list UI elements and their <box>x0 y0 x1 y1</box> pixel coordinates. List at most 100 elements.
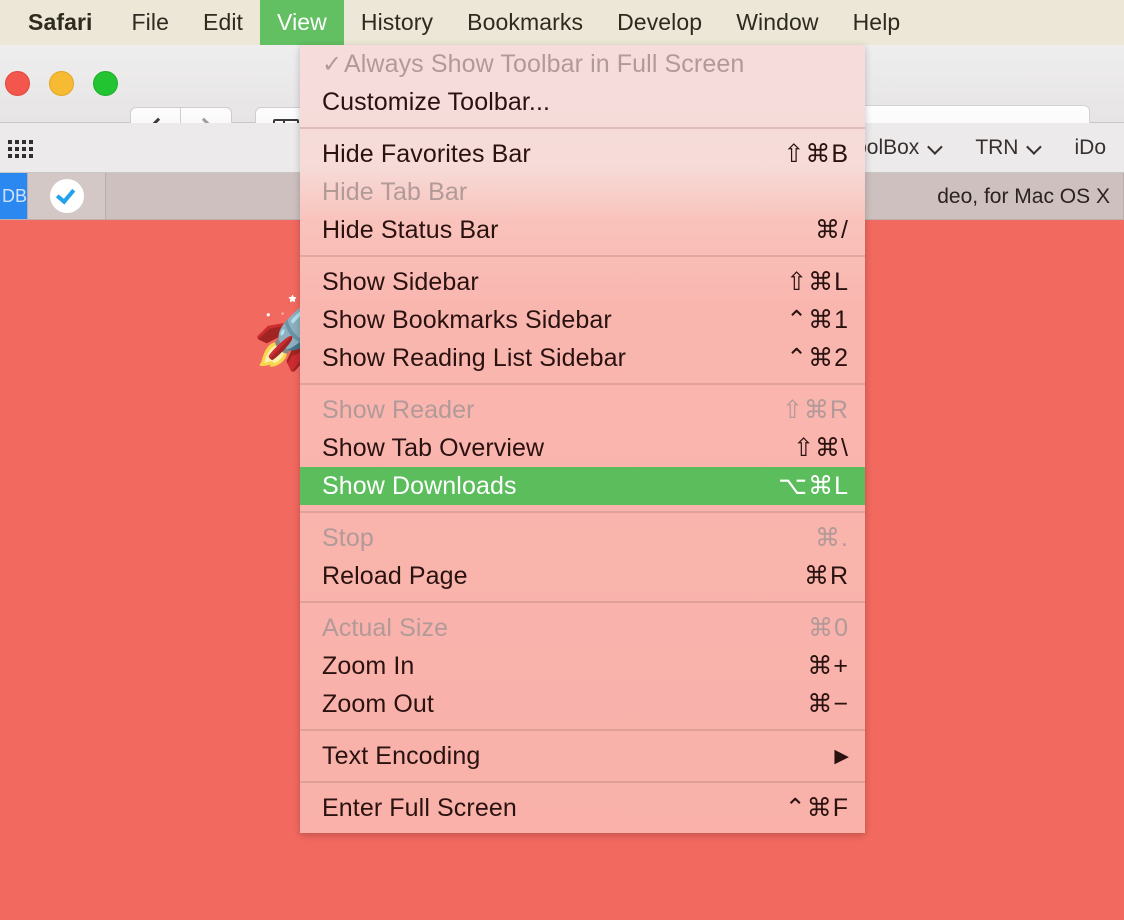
menu-item-label: Show Sidebar <box>322 268 786 297</box>
menu-section: Show Sidebar⇧⌘LShow Bookmarks Sidebar⌃⌘1… <box>300 263 865 377</box>
menu-item-hide-status-bar[interactable]: Hide Status Bar⌘/ <box>300 211 865 249</box>
menu-item-label: Show Downloads <box>322 472 778 501</box>
menu-section: Actual Size⌘0Zoom In⌘+Zoom Out⌘− <box>300 609 865 723</box>
menu-item-shortcut: ⇧⌘\ <box>793 433 849 463</box>
menubar-item-edit[interactable]: Edit <box>186 0 260 45</box>
menu-item-label: Text Encoding <box>322 742 834 771</box>
menubar-label: History <box>361 9 433 36</box>
menubar-label: Develop <box>617 9 702 36</box>
menu-item-stop[interactable]: Stop⌘. <box>300 519 865 557</box>
menu-separator <box>300 127 865 129</box>
menu-item-label: Stop <box>322 524 815 553</box>
menu-item-shortcut: ⌘/ <box>815 215 849 245</box>
traffic-lights <box>5 71 118 96</box>
menu-item-shortcut: ⇧⌘R <box>782 395 849 425</box>
menu-section: Show Reader⇧⌘RShow Tab Overview⇧⌘\Show D… <box>300 391 865 505</box>
favorites-links: oolBox TRN iDo <box>837 123 1124 173</box>
menu-item-shortcut: ⌘R <box>804 561 849 591</box>
menu-item-shortcut: ⌃⌘F <box>785 793 849 823</box>
menubar-item-file[interactable]: File <box>115 0 186 45</box>
menubar-label: View <box>277 9 327 36</box>
menu-item-label: Hide Status Bar <box>322 216 815 245</box>
menubar-item-develop[interactable]: Develop <box>600 0 719 45</box>
menu-item-label: Show Bookmarks Sidebar <box>322 306 786 335</box>
menu-item-show-tab-overview[interactable]: Show Tab Overview⇧⌘\ <box>300 429 865 467</box>
menubar-item-history[interactable]: History <box>344 0 450 45</box>
submenu-arrow-icon: ▶ <box>834 747 849 766</box>
menu-item-label: Show Reading List Sidebar <box>322 344 786 373</box>
menu-separator <box>300 781 865 783</box>
menubar-label: Help <box>853 9 901 36</box>
close-window-button[interactable] <box>5 71 30 96</box>
menu-item-always-show-toolbar-in-full-screen[interactable]: ✓Always Show Toolbar in Full Screen <box>300 45 865 83</box>
menubar-label: Edit <box>203 9 243 36</box>
favorite-label: iDo <box>1074 136 1106 160</box>
menu-item-hide-tab-bar[interactable]: Hide Tab Bar <box>300 173 865 211</box>
menu-separator <box>300 729 865 731</box>
menu-item-shortcut: ⇧⌘L <box>786 267 849 297</box>
show-all-favorites-icon[interactable] <box>8 140 32 158</box>
menubar-item-bookmarks[interactable]: Bookmarks <box>450 0 600 45</box>
menu-item-label: Zoom Out <box>322 690 807 719</box>
menubar-label: Bookmarks <box>467 9 583 36</box>
menu-item-shortcut: ⌃⌘1 <box>786 305 849 335</box>
menu-item-enter-full-screen[interactable]: Enter Full Screen⌃⌘F <box>300 789 865 827</box>
menu-item-label: Reload Page <box>322 562 804 591</box>
menu-item-show-reading-list-sidebar[interactable]: Show Reading List Sidebar⌃⌘2 <box>300 339 865 377</box>
menu-item-label: Hide Tab Bar <box>322 178 849 207</box>
menu-item-label: Zoom In <box>322 652 807 681</box>
menu-item-hide-favorites-bar[interactable]: Hide Favorites Bar⇧⌘B <box>300 135 865 173</box>
menu-item-shortcut: ⌃⌘2 <box>786 343 849 373</box>
page-title-text: deo, for Mac OS X <box>937 173 1124 220</box>
menu-item-label: Customize Toolbar... <box>322 88 849 117</box>
menu-item-zoom-out[interactable]: Zoom Out⌘− <box>300 685 865 723</box>
tab-label: DB <box>2 186 27 207</box>
menu-separator <box>300 601 865 603</box>
menu-separator <box>300 255 865 257</box>
menu-item-text-encoding[interactable]: Text Encoding▶ <box>300 737 865 775</box>
menu-item-label: Show Tab Overview <box>322 434 793 463</box>
menubar-item-help[interactable]: Help <box>836 0 918 45</box>
checkmark-icon <box>50 179 84 213</box>
menu-item-shortcut: ⌘− <box>807 689 849 719</box>
menu-item-show-bookmarks-sidebar[interactable]: Show Bookmarks Sidebar⌃⌘1 <box>300 301 865 339</box>
menu-item-label: Show Reader <box>322 396 782 425</box>
favorite-label: TRN <box>975 136 1018 160</box>
menu-item-label: Actual Size <box>322 614 808 643</box>
tab-db[interactable]: DB <box>0 173 28 219</box>
menu-section: Stop⌘.Reload Page⌘R <box>300 519 865 595</box>
menu-item-shortcut: ⇧⌘B <box>783 139 849 169</box>
favorite-item-ido[interactable]: iDo <box>1056 136 1124 160</box>
menu-item-shortcut: ⌘+ <box>807 651 849 681</box>
checkmark-icon: ✓ <box>322 50 344 79</box>
zoom-window-button[interactable] <box>93 71 118 96</box>
menu-item-zoom-in[interactable]: Zoom In⌘+ <box>300 647 865 685</box>
menu-item-shortcut: ⌥⌘L <box>778 471 849 501</box>
menubar-item-safari[interactable]: Safari <box>0 0 115 45</box>
tab-checkmark[interactable] <box>28 173 106 219</box>
menu-item-show-reader[interactable]: Show Reader⇧⌘R <box>300 391 865 429</box>
menubar-item-view[interactable]: View <box>260 0 344 45</box>
menu-item-reload-page[interactable]: Reload Page⌘R <box>300 557 865 595</box>
menu-item-label: Enter Full Screen <box>322 794 785 823</box>
minimize-window-button[interactable] <box>49 71 74 96</box>
menu-separator <box>300 511 865 513</box>
menu-item-shortcut: ⌘. <box>815 523 849 553</box>
menu-section: Text Encoding▶ <box>300 737 865 775</box>
macos-menu-bar: Safari File Edit View History Bookmarks … <box>0 0 1124 45</box>
menubar-item-window[interactable]: Window <box>719 0 835 45</box>
menu-section: ✓Always Show Toolbar in Full Screen Custo… <box>300 45 865 121</box>
favorite-item-trn[interactable]: TRN <box>957 136 1056 160</box>
menu-section: Enter Full Screen⌃⌘F <box>300 789 865 827</box>
menu-item-show-downloads[interactable]: Show Downloads⌥⌘L <box>300 467 865 505</box>
view-dropdown-menu: ✓Always Show Toolbar in Full Screen Custo… <box>300 45 865 833</box>
menu-item-customize-toolbar[interactable]: Customize Toolbar... <box>300 83 865 121</box>
menu-item-show-sidebar[interactable]: Show Sidebar⇧⌘L <box>300 263 865 301</box>
menu-item-label: Hide Favorites Bar <box>322 140 783 169</box>
menu-item-shortcut: ⌘0 <box>808 613 849 643</box>
menubar-label: Window <box>736 9 818 36</box>
menubar-label: Safari <box>28 9 93 36</box>
menu-item-actual-size[interactable]: Actual Size⌘0 <box>300 609 865 647</box>
menu-section: Hide Favorites Bar⇧⌘B Hide Tab Bar Hide St… <box>300 135 865 249</box>
chevron-down-icon <box>1027 139 1043 155</box>
